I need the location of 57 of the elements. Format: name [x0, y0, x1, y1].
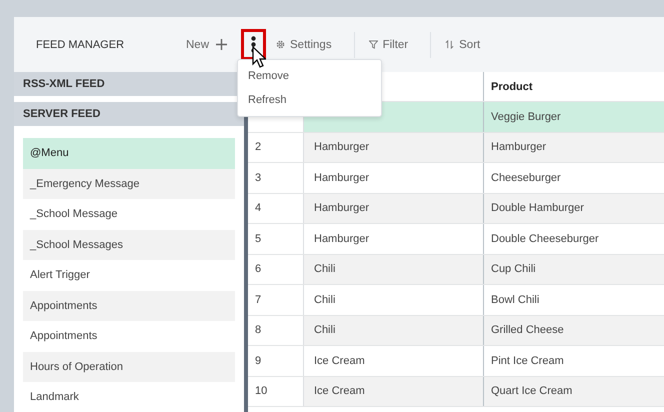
feed-list-item[interactable]: _School Messages	[23, 230, 235, 260]
table-row[interactable]: 10 Ice Cream Quart Ice Cream	[248, 376, 664, 407]
table-cell: Double Hamburger	[491, 202, 584, 214]
sort-icon	[445, 40, 454, 49]
table-cell: Chili	[314, 294, 336, 306]
row-number: 9	[255, 354, 262, 367]
table-cell: Veggie Burger	[491, 110, 561, 123]
table-cell: Hamburger	[314, 232, 370, 245]
table-cell: Quart Ice Cream	[491, 385, 572, 398]
row-number: 3	[255, 172, 262, 184]
row-number: 10	[255, 385, 268, 398]
row-number: 8	[255, 324, 262, 336]
table-cell: Grilled Cheese	[491, 324, 564, 336]
filter-icon	[368, 40, 378, 49]
table-cell: Cheeseburger	[491, 172, 561, 184]
table-cell: Chili	[314, 324, 336, 336]
table-cell: Cup Chili	[491, 263, 536, 276]
table-row[interactable]: 5 Hamburger Double Cheeseburger	[248, 224, 664, 254]
feed-list-item[interactable]: Alert Trigger	[23, 260, 235, 290]
settings-button[interactable]: Settings	[272, 36, 336, 54]
row-number: 5	[255, 232, 262, 245]
table-cell: Ice Cream	[314, 354, 365, 367]
table-row[interactable]: 3 Hamburger Cheeseburger	[248, 163, 664, 194]
row-number: 4	[255, 202, 262, 214]
row-number: 6	[255, 263, 262, 276]
table-row[interactable]: 2 Hamburger Hamburger	[248, 132, 664, 163]
feed-list-item[interactable]: Appointments	[23, 321, 235, 352]
app-title: FEED MANAGER	[36, 38, 126, 50]
sort-button[interactable]: Sort	[441, 36, 484, 54]
table-row[interactable]: 9 Ice Cream Pint Ice Cream	[248, 346, 664, 376]
table-row[interactable]: 6 Chili Cup Chili	[248, 254, 664, 285]
table-row[interactable]: 4 Hamburger Double Hamburger	[248, 194, 664, 224]
settings-icon	[276, 40, 286, 49]
feed-list-item[interactable]: Hours of Operation	[23, 352, 235, 382]
feed-list-item[interactable]: Landmark	[23, 382, 235, 412]
filter-button[interactable]: Filter	[364, 36, 412, 54]
table-cell: Bowl Chili	[491, 294, 540, 306]
table-row[interactable]: 7 Chili Bowl Chili	[248, 285, 664, 316]
table-cell: Hamburger	[314, 202, 370, 214]
feed-list-item[interactable]: _School Message	[23, 199, 235, 230]
row-number: 2	[255, 141, 262, 154]
new-button[interactable]: New	[182, 36, 232, 54]
table-cell: Hamburger	[314, 141, 370, 154]
section-header[interactable]: SERVER FEED	[14, 102, 244, 126]
table-cell: Pint Ice Cream	[491, 354, 564, 367]
row-number: 7	[255, 294, 262, 306]
table-cell: Double Cheeseburger	[491, 232, 599, 245]
table-cell: Chili	[314, 263, 336, 276]
feed-list-item[interactable]: _Emergency Message	[23, 168, 235, 199]
column-header[interactable]: Product	[484, 72, 664, 101]
plus-icon	[216, 39, 228, 50]
table-cell: Ice Cream	[314, 385, 365, 398]
table-cell: Hamburger	[491, 141, 546, 154]
feed-list-item[interactable]: @Menu	[23, 138, 235, 168]
feed-list-item[interactable]: Appointments	[23, 290, 235, 321]
table-cell: Hamburger	[314, 172, 370, 184]
table-row[interactable]: 8 Chili Grilled Cheese	[248, 316, 664, 346]
